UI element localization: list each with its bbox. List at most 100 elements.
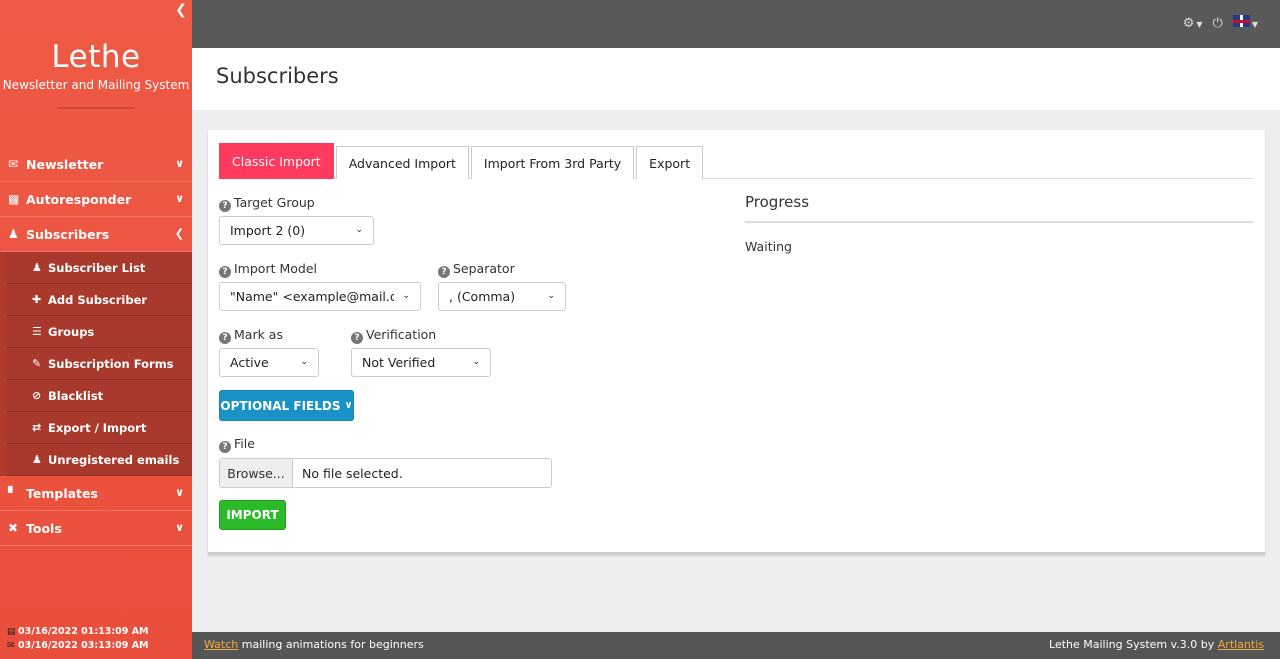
submenu-item-blacklist[interactable]: ⊘ Blacklist (6, 380, 192, 412)
submenu-item-groups[interactable]: ☰ Groups (6, 316, 192, 348)
caret-down-icon: ▼ (1251, 20, 1258, 29)
sidebar-clock: ▤ 03/16/2022 01:13:09 AM ✉ 03/16/2022 03:1… (7, 625, 149, 653)
envelope-icon: ✉ (8, 157, 19, 171)
chevron-down-icon: ∨ (175, 486, 184, 499)
topbar: ⚙ ▼ ⏻ ▼ (192, 0, 1280, 48)
credit-text: Lethe Mailing System v.3.0 by (1049, 638, 1218, 651)
sidebar-item-label: Subscribers (26, 226, 110, 242)
brand-title: Lethe (51, 39, 141, 75)
progress-status: Waiting (745, 239, 792, 254)
server-icon: ▤ (7, 627, 16, 637)
help-icon[interactable]: ? (438, 266, 450, 278)
submenu-item-subscription-forms[interactable]: ✎ Subscription Forms (6, 348, 192, 380)
chevron-down-icon: ⌄ (355, 225, 363, 235)
submenu-item-label: Subscription Forms (48, 356, 174, 371)
uk-flag-icon (1232, 15, 1250, 27)
chevron-down-icon: ∨ (344, 400, 353, 411)
sidebar-item-newsletter[interactable]: ✉ Newsletter ∨ (0, 147, 192, 182)
mark-as-label: ? Mark as (219, 327, 283, 344)
chevron-down-icon: ∨ (175, 521, 184, 534)
submenu-item-label: Unregistered emails (48, 452, 180, 467)
gear-icon: ⚙ (1182, 15, 1195, 31)
watch-text: mailing animations for beginners (238, 638, 424, 651)
file-input[interactable]: Browse... No file selected. (219, 458, 552, 488)
sidebar-item-label: Newsletter (26, 156, 104, 172)
chevron-down-icon: ⌄ (402, 291, 410, 301)
users-icon: ♟ (32, 261, 42, 274)
chevron-down-icon: ⌄ (547, 291, 555, 301)
mark-as-select[interactable]: Active ⌄ (219, 348, 319, 377)
users-icon: ♟ (8, 227, 19, 241)
footer-left: Watch mailing animations for beginners (204, 638, 424, 651)
submenu-item-label: Export / Import (48, 420, 147, 435)
tools-icon: ✖ (8, 521, 19, 535)
local-time: ✉ 03/16/2022 03:13:09 AM (7, 640, 149, 651)
help-icon[interactable]: ? (219, 200, 231, 212)
topbar-icons: ⚙ ▼ ⏻ ▼ (1183, 15, 1258, 31)
submenu-item-label: Add Subscriber (48, 292, 148, 307)
list-icon: ☰ (32, 325, 42, 338)
import-panel: Classic Import Advanced Import Import Fr… (208, 130, 1265, 554)
sidebar-item-label: Autoresponder (26, 191, 132, 207)
submenu-item-unregistered-emails[interactable]: ♟ Unregistered emails (6, 444, 192, 476)
target-group-label: ? Target Group (219, 195, 315, 212)
server-time: ▤ 03/16/2022 01:13:09 AM (7, 626, 149, 637)
envelope-icon: ✉ (7, 641, 15, 651)
target-group-select[interactable]: Import 2 (0) ⌄ (219, 216, 374, 245)
power-icon[interactable]: ⏻ (1213, 16, 1223, 31)
page-header: Subscribers (192, 48, 1280, 110)
tab-export[interactable]: Export (636, 146, 704, 179)
chevron-down-icon: ∨ (175, 192, 184, 205)
chevron-down-icon: ⌄ (300, 357, 308, 367)
progress-divider (745, 221, 1253, 223)
submenu-item-export-import[interactable]: ⇄ Export / Import (6, 412, 192, 444)
help-icon[interactable]: ? (219, 266, 231, 278)
sidebar-item-tools[interactable]: ✖ Tools ∨ (0, 511, 192, 546)
verification-label: ? Verification (351, 327, 436, 344)
separator-label: ? Separator (438, 261, 515, 278)
submenu-item-add-subscriber[interactable]: ✚ Add Subscriber (6, 284, 192, 316)
tab-advanced-import[interactable]: Advanced Import (335, 146, 469, 179)
collapse-sidebar-icon[interactable]: ❮ (174, 2, 188, 18)
page-title: Subscribers (216, 64, 339, 88)
edit-icon: ✎ (32, 357, 42, 370)
artlantis-link[interactable]: Artlantis (1218, 638, 1264, 651)
settings-menu[interactable]: ⚙ ▼ (1183, 16, 1203, 31)
help-icon[interactable]: ? (351, 332, 363, 344)
chevron-down-icon: ⌄ (472, 357, 480, 367)
plus-icon: ✚ (32, 293, 42, 306)
submenu-item-subscriber-list[interactable]: ♟ Subscriber List (6, 252, 192, 284)
optional-fields-button[interactable]: OPTIONAL FIELDS ∨ (219, 390, 354, 421)
submenu-item-label: Groups (48, 324, 95, 339)
file-label: ? File (219, 436, 255, 453)
brand-divider (58, 107, 134, 109)
separator-select[interactable]: , (Comma) ⌄ (438, 282, 566, 311)
watch-link[interactable]: Watch (204, 638, 238, 651)
footer: Watch mailing animations for beginners L… (192, 632, 1280, 659)
sidebar-item-subscribers[interactable]: ♟ Subscribers ❮ (0, 217, 192, 252)
import-button[interactable]: IMPORT (219, 500, 286, 530)
brand: Lethe Newsletter and Mailing System (0, 0, 192, 128)
help-icon[interactable]: ? (219, 332, 231, 344)
sidebar-item-label: Tools (26, 520, 62, 536)
browse-button[interactable]: Browse... (220, 459, 293, 487)
tab-classic-import[interactable]: Classic Import (219, 143, 334, 179)
tab-import-3rd-party[interactable]: Import From 3rd Party (470, 146, 635, 179)
import-model-label: ? Import Model (219, 261, 317, 278)
verification-select[interactable]: Not Verified ⌄ (351, 348, 491, 377)
help-icon[interactable]: ? (219, 441, 231, 453)
tab-bar: Classic Import Advanced Import Import Fr… (219, 143, 1253, 179)
import-model-select[interactable]: "Name" <example@mail.com>⌄ (219, 282, 421, 311)
language-menu[interactable]: ▼ (1232, 15, 1258, 31)
ban-icon: ⊘ (32, 389, 42, 402)
sidebar-item-templates[interactable]: ▘ Templates ∨ (0, 476, 192, 511)
file-name-display: No file selected. (302, 465, 403, 481)
chevron-left-icon: ❮ (174, 227, 184, 240)
sidebar-item-label: Templates (26, 485, 98, 501)
paint-roller-icon: ▘ (8, 486, 18, 500)
autoresponder-icon: ▩ (8, 192, 20, 206)
sidebar-item-autoresponder[interactable]: ▩ Autoresponder ∨ (0, 182, 192, 217)
sidebar: ❮ Lethe Newsletter and Mailing System ✉ … (0, 0, 192, 659)
subscribers-submenu: ♟ Subscriber List ✚ Add Subscriber ☰ Gro… (0, 252, 192, 476)
submenu-item-label: Subscriber List (48, 260, 146, 275)
